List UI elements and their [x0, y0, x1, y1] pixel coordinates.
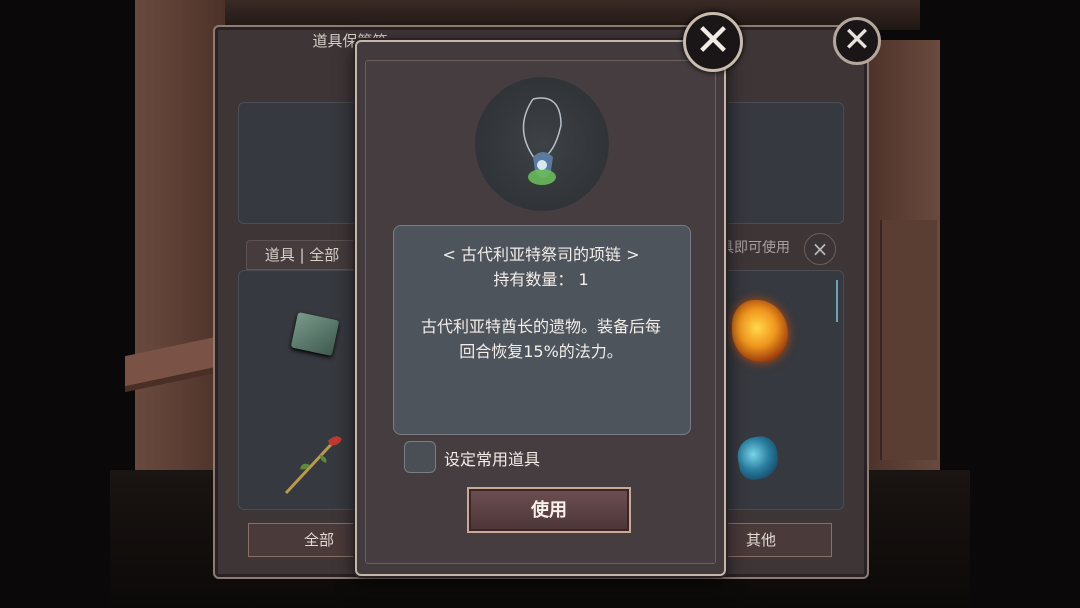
favorite-label[interactable]: 设定常用道具 [444, 446, 540, 470]
item-description-line1: 古代利亚特酋长的遗物。装备后每 [420, 317, 661, 336]
item-portrait [475, 77, 609, 211]
rose-staff-item[interactable] [280, 425, 350, 497]
favorite-checkbox[interactable] [404, 441, 436, 473]
item-description: 古代利亚特酋长的遗物。装备后每 回合恢复15%的法力。 [410, 314, 672, 364]
dialog-close-icon[interactable]: ✕ [683, 12, 743, 72]
tab-items-all[interactable]: 道具 | 全部 [246, 240, 358, 270]
room-cabinet [880, 220, 937, 460]
storage-close-icon[interactable]: ✕ [833, 17, 881, 65]
item-name: < 古代利亚特祭司的项链 > [442, 245, 640, 264]
necklace-icon [522, 97, 562, 185]
room-wall-left [135, 0, 225, 470]
item-grid-scrollbar[interactable] [836, 280, 838, 322]
item-quantity: 持有数量： 1 [493, 270, 589, 289]
hint-close-icon[interactable]: × [804, 233, 836, 265]
item-description-line2: 回合恢复15%的法力。 [459, 342, 623, 361]
use-button[interactable]: 使用 [467, 487, 631, 533]
game-scene: 道具保管箱 道具 | 全部 具即可使用 × 全部 其他 ✕ < 古代利亚特祭司的… [0, 0, 1080, 608]
